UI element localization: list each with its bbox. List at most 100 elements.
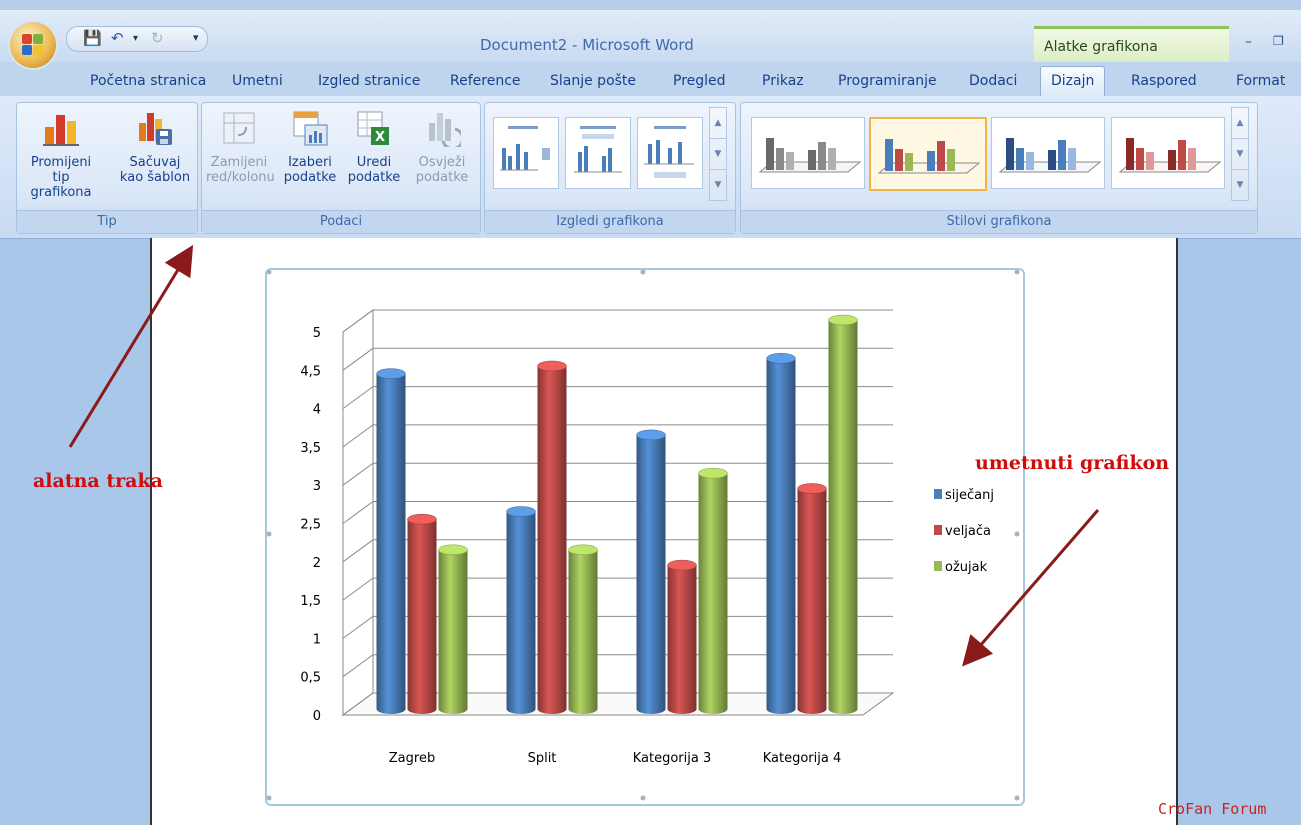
x-category-label: Kategorija 3	[633, 751, 712, 766]
bar-ožujak-Kategorija 4[interactable]	[828, 314, 858, 714]
tab-izgled-stranice[interactable]: Izgled stranice	[318, 73, 420, 89]
chart-style-gray-icon	[758, 138, 862, 173]
tab-raspored[interactable]: Raspored	[1131, 73, 1197, 89]
bar-ožujak-Split[interactable]	[568, 544, 598, 714]
save-as-template-button[interactable]: Sačuvaj kao šablon	[115, 109, 195, 185]
title-bar-top-strip	[0, 0, 1301, 10]
save-template-icon	[136, 109, 174, 147]
resize-handle[interactable]	[266, 795, 272, 801]
annotation-chart: umetnuti grafikon	[975, 452, 1170, 474]
bar-top	[506, 506, 536, 517]
legend-label: siječanj	[945, 488, 994, 503]
chart-style-multicolor-icon	[877, 139, 981, 174]
annotation-toolbar: alatna traka	[33, 470, 163, 492]
scroll-down-icon[interactable]: ▼	[710, 138, 726, 169]
bar-siječanj-Kategorija 3[interactable]	[636, 429, 666, 714]
save-icon[interactable]: 💾	[83, 29, 102, 47]
tab-format[interactable]: Format	[1236, 73, 1285, 89]
title-bar: 💾 ↶ ▾ ↻ ▾ Document2 - Microsoft Word Ala…	[0, 0, 1301, 65]
context-tab-title: Alatke grafikona	[1034, 26, 1229, 65]
chart-layout-2[interactable]	[565, 117, 631, 189]
chart-style-red[interactable]	[1111, 117, 1225, 189]
chart-style-blue[interactable]	[991, 117, 1105, 189]
styles-scroll-up-icon[interactable]: ▲	[1232, 108, 1248, 138]
bar-top	[766, 353, 796, 364]
tab-pocetna-stranica[interactable]: Početna stranica	[90, 73, 206, 89]
chart-layouts-scroll[interactable]: ▲ ▼ ▼	[709, 107, 727, 201]
switch-row-column-button[interactable]: Zamijeni red/kolonu	[206, 109, 275, 185]
resize-handle[interactable]	[1014, 795, 1020, 801]
chart-style-red-icon	[1118, 138, 1222, 173]
watermark: CroFan Forum	[1158, 800, 1267, 818]
tab-slanje-poste[interactable]: Slanje pošte	[550, 73, 636, 89]
chart-style-multicolor[interactable]	[869, 117, 987, 191]
customize-qat-icon[interactable]: ▾	[193, 31, 199, 44]
undo-dropdown-icon[interactable]: ▾	[133, 33, 138, 44]
select-data-label-1: Izaberi	[288, 155, 332, 170]
edit-data-icon: X	[355, 109, 393, 147]
tab-umetni[interactable]: Umetni	[232, 73, 283, 89]
chart-style-blue-icon	[998, 138, 1102, 173]
bar-body	[376, 373, 406, 714]
edit-data-button[interactable]: X Uredi podatke	[346, 109, 402, 185]
group-chart-layouts-label: Izgledi grafikona	[485, 210, 735, 233]
chart-style-gray[interactable]	[751, 117, 865, 189]
styles-scroll-down-icon[interactable]: ▼	[1232, 138, 1248, 169]
bar-veljača-Kategorija 3[interactable]	[667, 559, 697, 714]
bar-siječanj-Zagreb[interactable]	[376, 368, 406, 714]
bar-top	[537, 360, 567, 372]
group-podaci-label: Podaci	[202, 210, 480, 233]
change-chart-type-button[interactable]: Promijeni tip grafikona	[21, 109, 101, 200]
bar-veljača-Zagreb[interactable]	[407, 513, 437, 714]
refresh-data-icon	[423, 109, 465, 151]
scroll-up-icon[interactable]: ▲	[710, 108, 726, 138]
tab-programiranje[interactable]: Programiranje	[838, 73, 937, 89]
tab-dodaci[interactable]: Dodaci	[969, 73, 1017, 89]
bar-ožujak-Kategorija 3[interactable]	[698, 467, 728, 714]
bar-body	[828, 320, 858, 714]
styles-more-icon[interactable]: ▼	[1232, 169, 1248, 200]
window-title: Document2 - Microsoft Word	[480, 36, 694, 54]
y-tick-label: 3	[313, 479, 321, 494]
chart-object[interactable]: 0 0,5 1 1,5 2 2,5 3 3,5 4 4,5 5 Zagreb Split Kategori…	[265, 268, 1025, 806]
bar-veljača-Kategorija 4[interactable]	[797, 483, 827, 714]
resize-handle[interactable]	[640, 795, 646, 801]
group-tip: Promijeni tip grafikona Sačuvaj kao šabl…	[16, 102, 198, 234]
y-tick-label: 2,5	[300, 518, 321, 533]
chart-layout-1[interactable]	[493, 117, 559, 189]
group-chart-styles-label: Stilovi grafikona	[741, 210, 1257, 233]
undo-icon[interactable]: ↶	[111, 29, 124, 47]
tab-reference[interactable]: Reference	[450, 73, 521, 89]
switch-row-column-label-2: red/kolonu	[206, 170, 275, 185]
office-button[interactable]	[10, 22, 56, 68]
more-icon[interactable]: ▼	[710, 169, 726, 200]
gridline	[342, 309, 893, 333]
select-data-label-2: podatke	[283, 170, 337, 185]
restore-icon[interactable]: ❐	[1273, 34, 1284, 48]
bar-siječanj-Split[interactable]	[506, 506, 536, 715]
tab-pregled[interactable]: Pregled	[673, 73, 726, 89]
group-tip-label: Tip	[17, 210, 197, 233]
resize-handle[interactable]	[266, 269, 272, 275]
bar-siječanj-Kategorija 4[interactable]	[766, 353, 796, 714]
resize-handle[interactable]	[640, 269, 646, 275]
resize-handle[interactable]	[266, 531, 272, 537]
legend-label: veljača	[945, 524, 991, 539]
select-data-button[interactable]: Izaberi podatke	[282, 109, 338, 185]
tab-dizajn[interactable]: Dizajn	[1040, 66, 1106, 97]
bar-ožujak-Zagreb[interactable]	[438, 544, 468, 714]
svg-text:X: X	[375, 130, 385, 145]
change-chart-type-label-1: Promijeni tip	[30, 155, 92, 185]
refresh-data-button[interactable]: Osvježi podatke	[410, 109, 474, 185]
redo-icon[interactable]: ↻	[151, 29, 164, 47]
refresh-data-label-1: Osvježi	[418, 155, 466, 170]
minimize-icon[interactable]: –	[1245, 34, 1252, 50]
edit-data-label-1: Uredi	[356, 155, 392, 170]
bar-veljača-Split[interactable]	[537, 360, 567, 714]
bar-body	[568, 549, 598, 714]
resize-handle[interactable]	[1014, 269, 1020, 275]
tab-prikaz[interactable]: Prikaz	[762, 73, 804, 89]
resize-handle[interactable]	[1014, 531, 1020, 537]
chart-layout-3[interactable]	[637, 117, 703, 189]
chart-styles-scroll[interactable]: ▲ ▼ ▼	[1231, 107, 1249, 201]
